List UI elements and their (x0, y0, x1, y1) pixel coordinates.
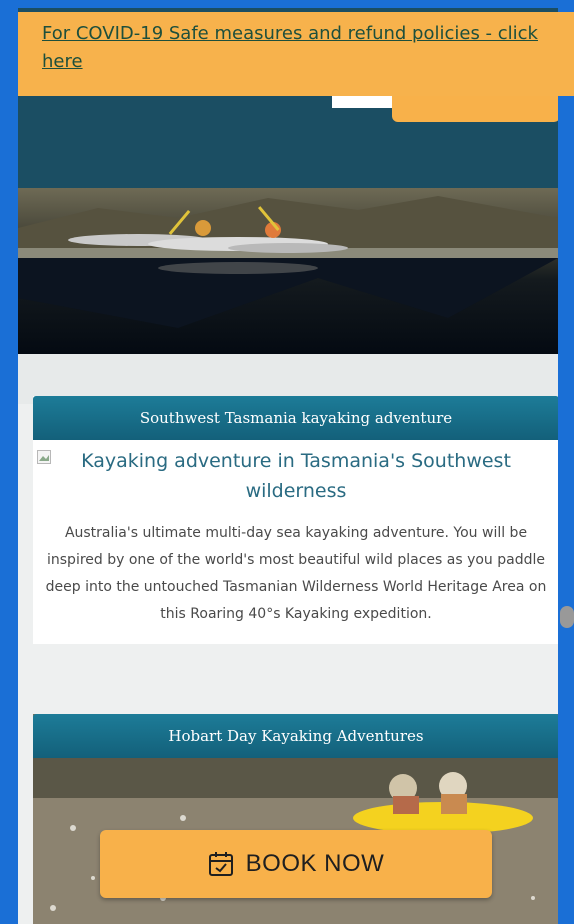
card-description: Australia's ultimate multi-day sea kayak… (45, 525, 547, 622)
card-title[interactable]: Southwest Tasmania kayaking adventure (33, 396, 558, 440)
hero-kayak-photo (18, 188, 558, 354)
card-image[interactable]: Kayaking adventure in Tasmania's Southwe… (33, 440, 558, 506)
card-title[interactable]: Hobart Day Kayaking Adventures (33, 714, 558, 758)
broken-image-icon (37, 450, 51, 464)
calendar-check-icon (208, 852, 233, 876)
book-now-button[interactable]: BOOK NOW (100, 830, 492, 898)
book-now-label: BOOK NOW (245, 850, 385, 877)
scroll-indicator[interactable] (560, 606, 574, 628)
card-image-alt-text: Kayaking adventure in Tasmania's Southwe… (81, 450, 511, 502)
hero-photo-graphic (18, 188, 558, 354)
southwest-kayak-card[interactable]: Southwest Tasmania kayaking adventure Ka… (33, 396, 558, 644)
covid-banner: For COVID-19 Safe measures and refund po… (18, 12, 574, 96)
covid-link[interactable]: For COVID-19 Safe measures and refund po… (42, 23, 538, 72)
page-frame: Southwest Tasmania kayaking adventure Ka… (18, 8, 558, 924)
